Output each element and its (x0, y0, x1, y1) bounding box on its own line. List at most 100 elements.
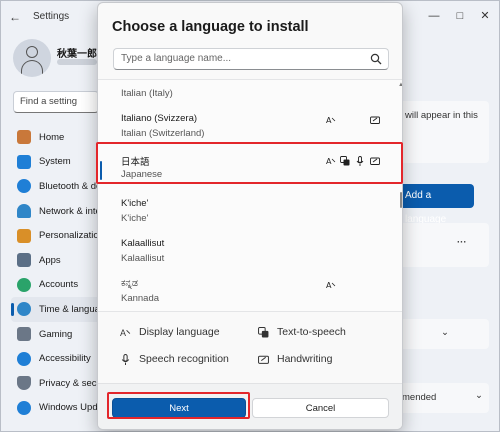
language-item[interactable]: K'iche' K'iche' (98, 193, 402, 233)
display-language-icon: A (326, 281, 336, 290)
home-icon (17, 130, 31, 145)
sidebar-item-label: Apps (39, 254, 61, 266)
dialog-title: Choose a language to install (112, 19, 309, 35)
close-icon[interactable]: ✕ (476, 7, 494, 25)
speech-recognition-icon (121, 353, 130, 365)
text-to-speech-icon (258, 326, 269, 337)
handwriting-icon (370, 116, 380, 124)
update-icon (17, 400, 31, 415)
display-language-icon: A (120, 328, 131, 338)
sidebar-item-label: Accessibility (39, 353, 91, 365)
speech-recognition-icon (356, 156, 364, 166)
sidebar-item-bluetooth[interactable]: Bluetooth & de (11, 174, 103, 199)
svg-text:A: A (326, 281, 332, 290)
sidebar-item-accessibility[interactable]: Accessibility (11, 346, 103, 371)
accounts-icon (17, 277, 31, 292)
language-search-box[interactable] (113, 48, 389, 70)
avatar[interactable] (13, 39, 51, 77)
add-language-button[interactable]: Add a language (399, 184, 474, 225)
svg-text:A: A (326, 157, 332, 166)
choose-language-dialog: Choose a language to install ▲ Italian (… (97, 2, 403, 430)
language-list[interactable]: ▲ Italian (Italy) A Italiano (Svizzera) … (98, 79, 402, 311)
language-name: K'iche' (121, 198, 149, 209)
legend-label: Handwriting (277, 353, 333, 365)
handwriting-icon (258, 355, 269, 364)
display-language-icon: A (326, 157, 336, 166)
back-arrow-icon[interactable]: ← (7, 9, 23, 25)
language-item[interactable]: Kalaallisut Kalaallisut (98, 233, 402, 273)
sidebar-item-privacy[interactable]: Privacy & secu (11, 371, 103, 396)
accessibility-icon (17, 351, 31, 366)
sidebar-item-label: Privacy & secu (39, 377, 102, 389)
legend-label: Text-to-speech (277, 326, 346, 338)
sidebar-item-network[interactable]: Network & inte (11, 199, 103, 224)
sidebar-item-label: Personalization (39, 230, 103, 242)
sidebar-item-system[interactable]: System (11, 150, 103, 175)
sidebar-item-label: Network & inte (39, 205, 101, 217)
find-setting-input[interactable]: Find a setting (13, 91, 99, 113)
language-english-name: Japanese (121, 169, 163, 180)
apps-icon (17, 253, 31, 268)
language-english-name: Italian (Italy) (121, 88, 173, 99)
minimize-icon[interactable]: — (425, 7, 443, 25)
legend-text-to-speech: Text-to-speech (258, 326, 346, 338)
search-icon[interactable] (370, 53, 382, 65)
bluetooth-icon (17, 179, 31, 194)
sidebar-item-label: Time & languag (39, 303, 103, 315)
language-item[interactable]: ಕನ್ನಡ Kannada A (98, 273, 402, 311)
sidebar-item-apps[interactable]: Apps (11, 248, 103, 273)
display-language-icon: A (326, 116, 336, 125)
legend-handwriting: Handwriting (258, 353, 332, 365)
language-english-name: K'iche' (121, 213, 149, 224)
sidebar-item-time-language[interactable]: Time & languag (11, 297, 103, 322)
svg-text:A: A (120, 328, 126, 337)
shield-icon (17, 376, 31, 391)
language-item-japanese[interactable]: 日本語 Japanese A (98, 149, 402, 189)
text-to-speech-icon (340, 156, 350, 166)
next-button[interactable]: Next (112, 398, 246, 418)
legend-label: Speech recognition (139, 353, 229, 365)
svg-text:A: A (326, 116, 332, 125)
dropdown-value[interactable]: mended (402, 392, 436, 403)
language-search-input[interactable] (114, 49, 354, 68)
sidebar-item-label: Home (39, 131, 65, 143)
dialog-footer: Next Cancel (98, 383, 402, 429)
user-name: 秋葉一郎 (57, 49, 97, 60)
language-english-name: Kalaallisut (121, 253, 165, 264)
sidebar-item-home[interactable]: Home (11, 125, 103, 150)
network-icon (17, 204, 31, 219)
language-item[interactable]: Italian (Italy) A (98, 80, 402, 108)
sidebar-item-label: Bluetooth & de (39, 180, 102, 192)
system-icon (17, 154, 31, 169)
sidebar-item-label: System (39, 156, 71, 168)
sidebar-item-label: Accounts (39, 279, 79, 291)
user-email-redacted (57, 59, 97, 65)
chevron-down-icon[interactable]: ⌄ (441, 327, 449, 338)
cancel-button[interactable]: Cancel (252, 398, 389, 418)
sidebar-item-gaming[interactable]: Gaming (11, 322, 103, 347)
language-name: Kalaallisut (121, 238, 165, 249)
feature-legend: A Display language Text-to-speech Speech… (98, 311, 402, 383)
sidebar-nav: Home System Bluetooth & de Network & int… (11, 125, 103, 420)
language-english-name: Italian (Switzerland) (121, 128, 205, 139)
time-language-icon (17, 302, 31, 317)
language-name: ಕನ್ನಡ (121, 278, 138, 289)
sidebar-item-label: Gaming (39, 328, 73, 340)
language-english-name: Kannada (121, 293, 160, 304)
legend-label: Display language (139, 326, 220, 338)
legend-speech-recognition: Speech recognition (120, 353, 229, 365)
language-name: Italiano (Svizzera) (121, 113, 198, 124)
info-text: will appear in this (405, 110, 478, 121)
sidebar-item-personalization[interactable]: Personalization (11, 223, 103, 248)
window-title: Settings (33, 11, 70, 22)
language-name: 日本語 (121, 157, 150, 168)
more-options-icon[interactable]: ··· (457, 237, 467, 248)
legend-display-language: A Display language (120, 326, 220, 338)
sidebar-item-accounts[interactable]: Accounts (11, 273, 103, 298)
language-item[interactable]: Italiano (Svizzera) Italian (Switzerland… (98, 108, 402, 148)
maximize-icon[interactable]: □ (451, 7, 469, 25)
sidebar-item-windows-update[interactable]: Windows Upda (11, 396, 103, 421)
chevron-down-icon[interactable]: ⌄ (475, 390, 483, 401)
language-entry-panel (399, 223, 489, 267)
brush-icon (17, 228, 31, 243)
